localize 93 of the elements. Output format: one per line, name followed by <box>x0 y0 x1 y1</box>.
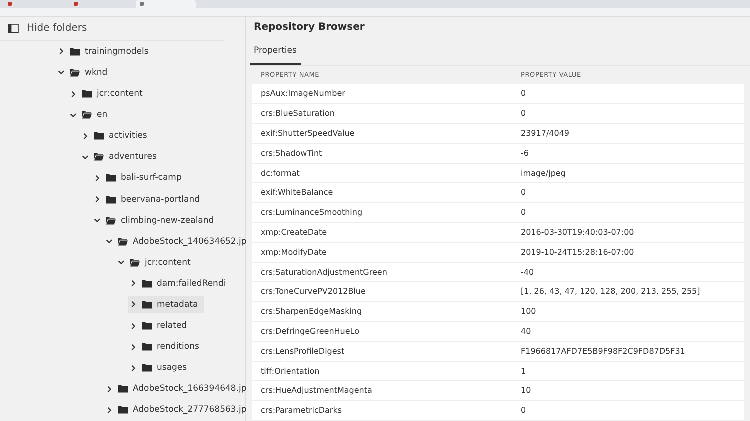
chevron-icon[interactable] <box>94 174 101 182</box>
folder-icon <box>142 364 152 372</box>
tree-item[interactable]: activities <box>80 128 154 145</box>
table-cell-text: crs:SharpenEdgeMasking <box>260 307 364 316</box>
table-cell: 40 <box>521 326 532 336</box>
tree-item[interactable]: AdobeStock_277768563.jp <box>104 402 253 419</box>
table-cell: -40 <box>521 268 534 277</box>
table-cell-text: exif:WhiteBalance <box>260 188 334 198</box>
table-cell-text: xmp:ModifyDate <box>260 248 328 257</box>
table-cell: -6 <box>521 148 529 158</box>
table-cell-text: crs:LensProfileDigest <box>260 346 346 356</box>
tree-item[interactable]: AdobeStock_140634652.jp <box>104 233 253 250</box>
folder-icon <box>106 174 116 182</box>
chevron-icon[interactable] <box>106 386 113 393</box>
chevron-icon[interactable] <box>58 48 65 56</box>
chevron-icon[interactable] <box>130 364 137 372</box>
table-cell: 0 <box>521 208 526 218</box>
folder-icon <box>130 258 140 267</box>
table-cell-text: dc:format <box>260 168 301 178</box>
tree-item[interactable]: jcr:content <box>68 86 149 103</box>
folder-icon <box>142 322 152 330</box>
folder-icon <box>106 196 116 204</box>
tree-item[interactable]: dam:failedRendi <box>128 275 232 292</box>
table-cell: [1, 26, 43, 47, 120, 128, 200, 213, 255, 255] <box>521 287 700 296</box>
folder-icon <box>82 111 92 120</box>
table-cell-text: xmp:CreateDate <box>260 228 328 237</box>
tree-item[interactable]: jcr:content <box>116 254 197 272</box>
properties-tab[interactable]: Properties <box>250 44 301 66</box>
table-cell: 0 <box>521 406 526 416</box>
table-cell-text: crs:LuminanceSmoothing <box>260 208 364 218</box>
table-cell-text: tiff:Orientation <box>260 366 321 376</box>
tree-item[interactable]: adventures <box>80 148 163 166</box>
table-cell-text: crs:BlueSaturation <box>260 109 336 118</box>
folder-icon <box>142 343 152 352</box>
page-title: Repository Browser <box>253 21 366 36</box>
chevron-icon[interactable] <box>94 217 101 224</box>
table-cell-text: psAux:ImageNumber <box>260 89 346 98</box>
chevron-icon[interactable] <box>94 196 101 204</box>
table-cell: 0 <box>521 89 526 98</box>
chevron-icon[interactable] <box>118 259 125 266</box>
chevron-icon[interactable] <box>70 90 77 98</box>
sidebar-toggle-icon[interactable] <box>8 24 19 34</box>
table-cell-text: exif:ShutterSpeedValue <box>260 128 356 138</box>
table-cell: 1 <box>521 366 526 376</box>
folder-icon <box>142 300 152 309</box>
tree-item[interactable]: climbing-new-zealand <box>92 212 220 230</box>
folder-icon <box>94 132 104 140</box>
chevron-icon[interactable] <box>106 406 113 414</box>
table-cell-text: crs:ShadowTint <box>260 148 324 158</box>
chevron-icon[interactable] <box>82 154 89 161</box>
tree-item[interactable]: beervana-portland <box>92 191 206 208</box>
table-cell-text: crs:SaturationAdjustmentGreen <box>260 268 388 277</box>
tree-item[interactable]: wknd <box>56 64 114 82</box>
tree-item[interactable]: usages <box>128 360 194 377</box>
folder-icon <box>70 68 80 77</box>
table-cell: 0 <box>521 188 526 198</box>
tree-item[interactable]: related <box>128 318 194 335</box>
chevron-icon[interactable] <box>130 301 137 308</box>
chevron-icon[interactable] <box>130 344 137 351</box>
table-cell-text: crs:ParametricDarks <box>260 406 344 416</box>
folder-icon <box>82 90 92 98</box>
chevron-icon[interactable] <box>82 132 89 140</box>
folder-icon <box>118 238 128 246</box>
browser-tab[interactable] <box>136 0 196 8</box>
folder-icon <box>94 153 104 162</box>
hide-folders-label[interactable]: Hide folders <box>27 23 88 34</box>
folder-icon <box>118 385 128 394</box>
table-cell: 2019-10-24T15:28:16-07:00 <box>521 248 634 257</box>
chevron-icon[interactable] <box>130 322 137 330</box>
table-cell-text: crs:ToneCurvePV2012Blue <box>260 287 367 296</box>
table-cell: F1966817AFD7E5B9F98F2C9FD87D5F31 <box>521 346 686 356</box>
chevron-icon[interactable] <box>106 238 113 246</box>
chevron-icon[interactable] <box>70 112 77 119</box>
table-cell: 0 <box>521 109 526 118</box>
tree-item[interactable]: metadata <box>128 296 204 314</box>
folder-icon <box>106 216 116 225</box>
table-cell: 23917/4049 <box>521 128 570 138</box>
folder-icon <box>142 280 152 288</box>
folder-icon <box>70 48 80 56</box>
chevron-icon[interactable] <box>58 69 65 76</box>
table-cell: 2016-03-30T19:40:03-07:00 <box>521 228 634 237</box>
chevron-icon[interactable] <box>130 280 137 288</box>
table-cell-text: crs:DefringeGreenHueLo <box>260 326 360 336</box>
tree-item[interactable]: bali-surf-camp <box>92 170 188 187</box>
tree-item[interactable]: en <box>68 106 114 124</box>
folder-icon <box>118 406 128 414</box>
table-cell: 10 <box>521 386 532 396</box>
tree-item[interactable]: trainingmodels <box>56 43 155 60</box>
table-cell: image/jpeg <box>521 168 566 178</box>
tree-item[interactable]: AdobeStock_166394648.jp <box>104 380 253 398</box>
table-cell: 100 <box>521 307 536 316</box>
tree-item[interactable]: renditions <box>128 338 206 356</box>
table-cell-text: crs:HueAdjustmentMagenta <box>260 386 374 396</box>
